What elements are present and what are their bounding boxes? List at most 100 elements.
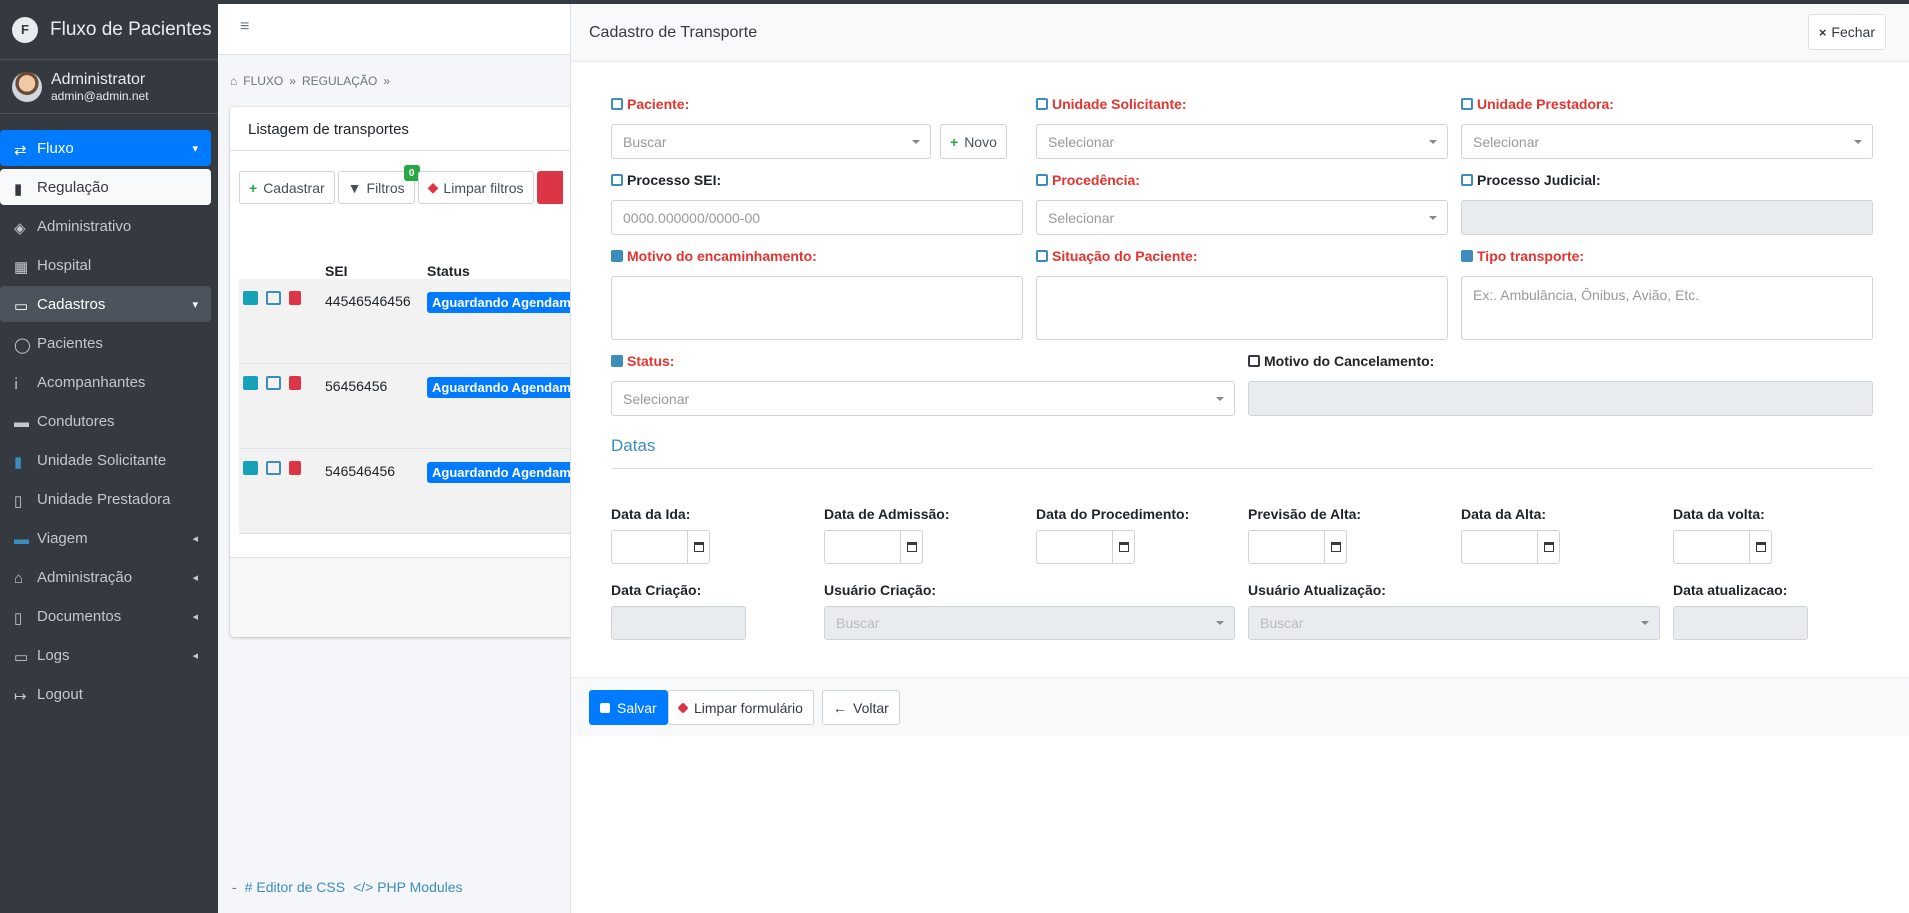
layers-icon: ◈ xyxy=(14,220,26,237)
column-sei[interactable]: SEI xyxy=(325,263,348,279)
calendar-button[interactable] xyxy=(900,531,922,563)
data-volta-field: Data da volta: xyxy=(1673,504,1765,524)
processo-sei-input[interactable]: 0000.000000/0000-00 xyxy=(611,200,1023,235)
truck-icon: ▮ xyxy=(14,181,23,198)
css-editor-label: Editor de CSS xyxy=(256,879,346,895)
sidebar-item-documentos[interactable]: ▯ Documentos ◂ xyxy=(0,598,211,634)
paciente-placeholder: Buscar xyxy=(623,133,667,150)
usuario-criacao-field: Usuário Criação: xyxy=(824,580,936,600)
sidebar-item-condutores[interactable]: ▬ Condutores xyxy=(0,403,211,439)
building-outline-icon: ▯ xyxy=(14,493,23,510)
status-select[interactable]: Selecionar xyxy=(611,381,1235,416)
logout-icon: ↦ xyxy=(14,688,27,705)
unidade-solicitante-select[interactable]: Selecionar xyxy=(1036,124,1448,159)
previsao-alta-input[interactable] xyxy=(1248,530,1347,564)
data-ida-input[interactable] xyxy=(611,530,710,564)
code-icon: </> xyxy=(353,879,374,895)
novo-paciente-button[interactable]: + Novo xyxy=(940,124,1007,159)
procedencia-select[interactable]: Selecionar xyxy=(1036,200,1448,235)
delete-icon[interactable] xyxy=(289,461,301,475)
css-editor-link[interactable]: # Editor de CSS xyxy=(245,879,345,895)
sidebar-item-pacientes[interactable]: ◯ Pacientes xyxy=(0,325,211,361)
sidebar-item-regulacao[interactable]: ▮ Regulação xyxy=(0,169,211,205)
sidebar-item-administracao[interactable]: ⌂ Administração ◂ xyxy=(0,559,211,595)
sidebar-item-administrativo[interactable]: ◈ Administrativo xyxy=(0,208,211,244)
view-card-icon[interactable] xyxy=(243,461,258,475)
sidebar-item-fluxo[interactable]: ⇄ Fluxo ▾ xyxy=(0,130,211,166)
motivo-encaminhamento-textarea[interactable] xyxy=(611,276,1023,340)
salvar-button[interactable]: Salvar xyxy=(589,690,668,725)
x-square-icon xyxy=(1248,355,1260,367)
edit-icon[interactable] xyxy=(266,291,281,305)
filtros-button[interactable]: ▼ Filtros 0 xyxy=(337,165,420,204)
sidebar-item-logout[interactable]: ↦ Logout xyxy=(0,676,211,712)
edit-icon[interactable] xyxy=(266,376,281,390)
delete-icon[interactable] xyxy=(289,376,301,390)
data-procedimento-input[interactable] xyxy=(1036,530,1135,564)
sidebar-item-unidade-prestadora[interactable]: ▯ Unidade Prestadora xyxy=(0,481,211,517)
calendar-button[interactable] xyxy=(1537,531,1559,563)
sidebar-item-cadastros[interactable]: ▭ Cadastros ▾ xyxy=(0,286,211,322)
limpar-formulario-button[interactable]: Limpar formulário xyxy=(668,690,814,725)
sidebar-item-hospital[interactable]: ▦ Hospital xyxy=(0,247,211,283)
calendar-button[interactable] xyxy=(687,531,709,563)
sidebar-item-label: Hospital xyxy=(37,256,92,274)
unidade-prestadora-select[interactable]: Selecionar xyxy=(1461,124,1873,159)
limpar-formulario-label: Limpar formulário xyxy=(694,699,803,716)
tipo-transporte-placeholder: Ex:. Ambulância, Ônibus, Avião, Etc. xyxy=(1473,287,1700,303)
hamburger-menu-icon[interactable]: ≡ xyxy=(240,18,249,36)
arrow-left-icon: ← xyxy=(833,699,847,716)
paciente-label: Paciente: xyxy=(611,94,689,114)
calendar-button[interactable] xyxy=(1112,531,1134,563)
building-icon: ▮ xyxy=(14,454,23,471)
tags-icon xyxy=(611,355,623,367)
data-volta-input[interactable] xyxy=(1673,530,1772,564)
sidebar-item-label: Administração xyxy=(37,568,133,586)
php-modules-label: PHP Modules xyxy=(377,879,463,895)
chevron-down-icon: ▾ xyxy=(192,298,198,311)
home-icon[interactable]: ⌂ xyxy=(230,74,237,88)
processo-judicial-label-text: Processo Judicial: xyxy=(1477,172,1601,188)
view-card-icon[interactable] xyxy=(243,376,258,390)
sidebar-item-label: Condutores xyxy=(37,412,115,430)
sidebar-item-label: Pacientes xyxy=(37,334,103,352)
breadcrumb-fluxo[interactable]: FLUXO xyxy=(243,74,283,88)
calendar-button[interactable] xyxy=(1749,531,1771,563)
view-card-icon[interactable] xyxy=(243,291,258,305)
close-button[interactable]: × Fechar xyxy=(1807,14,1886,50)
data-admissao-input[interactable] xyxy=(824,530,923,564)
brand[interactable]: F Fluxo de Pacientes xyxy=(0,0,218,60)
data-criacao-input[interactable] xyxy=(611,606,746,640)
data-alta-input[interactable] xyxy=(1461,530,1560,564)
data-ida-field: Data da Ida: xyxy=(611,504,690,524)
edit-icon[interactable] xyxy=(266,461,281,475)
paciente-select[interactable]: Buscar xyxy=(611,124,931,159)
red-action-button[interactable] xyxy=(536,171,563,204)
sidebar-item-unidade-solicitante[interactable]: ▮ Unidade Solicitante xyxy=(0,442,211,478)
calendar-icon xyxy=(906,542,917,552)
paciente-label-text: Paciente: xyxy=(627,96,690,112)
voltar-button[interactable]: ← Voltar xyxy=(822,690,900,725)
situacao-paciente-textarea[interactable] xyxy=(1036,276,1448,340)
sidebar-item-logs[interactable]: ▭ Logs ◂ xyxy=(0,637,211,673)
tipo-transporte-textarea[interactable]: Ex:. Ambulância, Ônibus, Avião, Etc. xyxy=(1461,276,1873,340)
breadcrumb-regulacao[interactable]: REGULAÇÃO xyxy=(302,74,377,88)
caret-down-icon xyxy=(1216,621,1224,625)
motivo-cancelamento-input[interactable] xyxy=(1248,381,1873,416)
php-modules-link[interactable]: </> PHP Modules xyxy=(353,879,462,895)
sidebar-item-acompanhantes[interactable]: ⅰ Acompanhantes xyxy=(0,364,211,400)
user-panel[interactable]: Administrator admin@admin.net xyxy=(0,60,218,114)
row-actions xyxy=(243,291,301,305)
data-atualizacao-input[interactable] xyxy=(1673,606,1808,640)
usuario-criacao-select[interactable]: Buscar xyxy=(824,606,1235,640)
column-status[interactable]: Status xyxy=(427,263,470,279)
limpar-filtros-button[interactable]: ◆ Limpar filtros xyxy=(417,171,534,204)
usuario-atualizacao-select[interactable]: Buscar xyxy=(1248,606,1660,640)
calendar-button[interactable] xyxy=(1324,531,1346,563)
delete-icon[interactable] xyxy=(289,291,301,305)
processo-sei-placeholder: 0000.000000/0000-00 xyxy=(623,209,761,226)
cadastrar-button[interactable]: + Cadastrar xyxy=(239,171,335,204)
unidade-prestadora-placeholder: Selecionar xyxy=(1473,133,1540,150)
processo-judicial-input[interactable] xyxy=(1461,200,1873,235)
sidebar-item-viagem[interactable]: ▬ Viagem ◂ xyxy=(0,520,211,556)
